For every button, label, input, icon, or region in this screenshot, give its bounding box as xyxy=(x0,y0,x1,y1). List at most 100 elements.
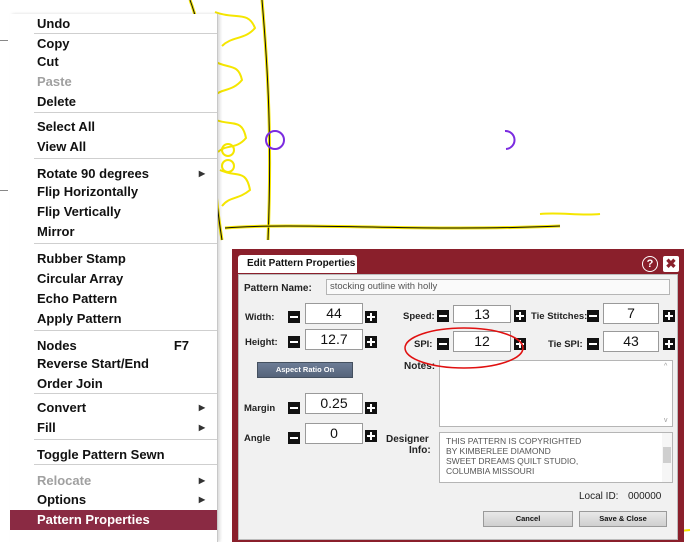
tie-stitches-label: Tie Stitches: xyxy=(531,311,588,322)
save-and-close-button[interactable]: Save & Close xyxy=(579,511,667,527)
menu-separator xyxy=(34,243,217,244)
notes-textarea[interactable]: ^ v xyxy=(439,360,673,427)
spi-input[interactable]: 12 xyxy=(453,331,511,352)
menu-item-label: Select All xyxy=(37,119,96,134)
menu-item-circular-array[interactable]: Circular Array xyxy=(10,269,217,289)
angle-input[interactable]: 0 xyxy=(305,423,363,444)
menu-item-label: Convert xyxy=(37,400,87,415)
canvas-left-edge-tick xyxy=(0,190,8,191)
width-decrement-button[interactable] xyxy=(288,311,300,323)
designer-info-textarea[interactable]: THIS PATTERN IS COPYRIGHTED BY KIMBERLEE… xyxy=(439,432,673,483)
designer-info-line: BY KIMBERLEE DIAMOND xyxy=(446,446,551,456)
menu-item-rubber-stamp[interactable]: Rubber Stamp xyxy=(10,249,217,269)
height-decrement-button[interactable] xyxy=(288,336,300,348)
spi-decrement-button[interactable] xyxy=(437,338,449,350)
menu-item-label: Rubber Stamp xyxy=(37,251,126,266)
designer-info-label-line-2: Info: xyxy=(409,445,431,456)
height-increment-button[interactable] xyxy=(365,336,377,348)
pattern-name-input[interactable]: stocking outline with holly xyxy=(326,279,670,295)
designer-info-label-line-1: Designer xyxy=(386,434,429,445)
tie-spi-label: Tie SPI: xyxy=(548,339,583,350)
local-id-value: 000000 xyxy=(628,491,662,502)
menu-item-undo[interactable]: Undo xyxy=(10,14,217,34)
menu-item-pattern-properties[interactable]: Pattern Properties xyxy=(10,510,217,530)
menu-item-toggle-pattern-sewn[interactable]: Toggle Pattern Sewn xyxy=(10,445,217,465)
menu-separator xyxy=(34,112,217,113)
menu-item-cut[interactable]: Cut xyxy=(10,52,217,72)
menu-item-paste[interactable]: Paste xyxy=(10,72,217,92)
angle-increment-button[interactable] xyxy=(365,430,377,442)
submenu-arrow-icon: ▶ xyxy=(198,423,205,432)
menu-item-echo-pattern[interactable]: Echo Pattern xyxy=(10,289,217,309)
menu-item-mirror[interactable]: Mirror xyxy=(10,222,217,242)
pattern-name-label: Pattern Name: xyxy=(244,283,312,294)
menu-item-relocate[interactable]: Relocate ▶ xyxy=(10,471,217,491)
menu-item-select-all[interactable]: Select All xyxy=(10,117,217,137)
close-icon[interactable]: ✖ xyxy=(663,256,679,272)
submenu-arrow-icon: ▶ xyxy=(198,476,205,485)
menu-item-label: View All xyxy=(37,139,87,154)
menu-item-view-all[interactable]: View All xyxy=(10,137,217,157)
width-input[interactable]: 44 xyxy=(305,303,363,324)
cancel-button[interactable]: Cancel xyxy=(483,511,573,527)
menu-item-label: Mirror xyxy=(37,224,75,239)
menu-item-label: Paste xyxy=(37,74,72,89)
menu-item-flip-vertically[interactable]: Flip Vertically xyxy=(10,202,217,222)
menu-item-reverse-start-end[interactable]: Reverse Start/End xyxy=(10,354,217,374)
menu-item-label: Echo Pattern xyxy=(37,291,118,306)
tie-stitches-decrement-button[interactable] xyxy=(587,310,599,322)
menu-item-rotate-90-degrees[interactable]: Rotate 90 degrees ▶ xyxy=(10,164,217,184)
tie-spi-input[interactable]: 43 xyxy=(603,331,659,352)
pattern-name-value: stocking outline with holly xyxy=(330,281,438,292)
menu-item-label: Fill xyxy=(37,420,56,435)
spi-increment-button[interactable] xyxy=(514,338,526,350)
menu-separator xyxy=(34,330,217,331)
height-label: Height: xyxy=(245,337,278,348)
pattern-end-marker[interactable] xyxy=(504,129,516,150)
tie-spi-decrement-button[interactable] xyxy=(587,338,599,350)
tie-spi-increment-button[interactable] xyxy=(663,338,675,350)
menu-item-options[interactable]: Options ▶ xyxy=(10,490,217,510)
menu-item-fill[interactable]: Fill ▶ xyxy=(10,418,217,438)
tie-stitches-increment-button[interactable] xyxy=(663,310,675,322)
menu-item-label: Reverse Start/End xyxy=(37,356,149,371)
menu-item-label: Apply Pattern xyxy=(37,311,122,326)
submenu-arrow-icon: ▶ xyxy=(198,169,205,178)
menu-item-label: Rotate 90 degrees xyxy=(37,166,149,181)
menu-item-label: Circular Array xyxy=(37,271,124,286)
menu-item-copy[interactable]: Copy xyxy=(10,34,217,54)
menu-item-label: Relocate xyxy=(37,473,92,488)
context-menu: Undo Copy Cut Paste Delete Select All View All… xyxy=(10,14,218,542)
menu-item-apply-pattern[interactable]: Apply Pattern xyxy=(10,309,217,329)
menu-item-label: Flip Vertically xyxy=(37,204,121,219)
width-increment-button[interactable] xyxy=(365,311,377,323)
margin-input[interactable]: 0.25 xyxy=(305,393,363,414)
angle-label: Angle xyxy=(244,433,271,444)
menu-item-label: Undo xyxy=(37,16,71,31)
designer-info-scrollbar[interactable] xyxy=(662,433,672,482)
menu-item-nodes[interactable]: Nodes F7 xyxy=(10,336,217,356)
menu-separator xyxy=(34,439,217,440)
canvas-left-edge-tick xyxy=(0,40,8,41)
menu-item-label: Toggle Pattern Sewn xyxy=(37,447,165,462)
margin-increment-button[interactable] xyxy=(365,402,377,414)
height-input[interactable]: 12.7 xyxy=(305,329,363,350)
designer-info-line: THIS PATTERN IS COPYRIGHTED xyxy=(446,436,582,446)
menu-item-shortcut: F7 xyxy=(173,338,189,353)
menu-item-order-join[interactable]: Order Join xyxy=(10,374,217,394)
margin-decrement-button[interactable] xyxy=(288,402,300,414)
angle-decrement-button[interactable] xyxy=(288,432,300,444)
speed-input[interactable]: 13 xyxy=(453,305,511,323)
spi-label: SPI: xyxy=(414,339,433,350)
menu-item-convert[interactable]: Convert ▶ xyxy=(10,398,217,418)
speed-decrement-button[interactable] xyxy=(437,310,449,322)
help-icon[interactable]: ? xyxy=(642,256,658,272)
aspect-ratio-toggle-button[interactable]: Aspect Ratio On xyxy=(257,362,353,378)
menu-item-delete[interactable]: Delete xyxy=(10,92,217,112)
tie-stitches-input[interactable]: 7 xyxy=(603,303,659,324)
notes-scrollbar[interactable]: ^ v xyxy=(662,361,672,426)
speed-increment-button[interactable] xyxy=(514,310,526,322)
menu-item-label: Cut xyxy=(37,54,59,69)
edit-pattern-properties-dialog: Edit Pattern Properties ? ✖ Pattern Name… xyxy=(232,249,684,542)
menu-item-flip-horizontally[interactable]: Flip Horizontally xyxy=(10,182,217,202)
